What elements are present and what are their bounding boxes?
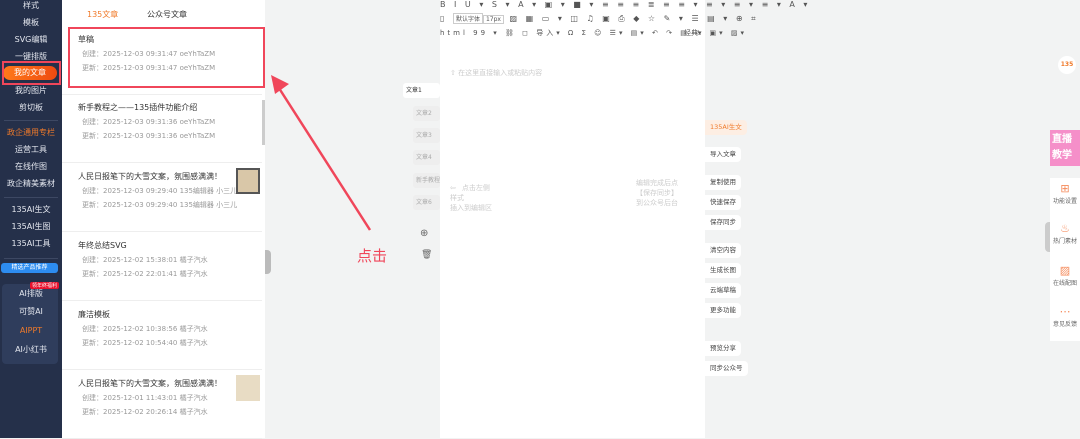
- article-updated: 更新：2025-12-02 20:26:14 橘子汽水: [82, 408, 208, 416]
- font-select[interactable]: 默认字体: [452, 13, 483, 24]
- sub-item-aippt[interactable]: AIPPT: [0, 325, 62, 337]
- article-created: 创建：2025-12-03 09:31:36 oeYhTaZM: [82, 118, 216, 126]
- quick-save-button[interactable]: 快速保存: [705, 195, 741, 210]
- online-image-item[interactable]: ▨ 在线配图: [1050, 264, 1080, 287]
- sidebar-item-materials[interactable]: 政企精美素材: [0, 178, 62, 190]
- highlight-box-sidebar: [2, 61, 61, 85]
- cloud-draft-button[interactable]: 云端草稿: [705, 283, 741, 298]
- collapse-handle[interactable]: [265, 250, 271, 274]
- sidebar-item-svg[interactable]: SVG编辑: [0, 34, 62, 46]
- hint-right-line3: 到公众号后台: [636, 199, 678, 207]
- fire-icon: ♨: [1060, 222, 1070, 235]
- article-title: 年终总结SVG: [78, 241, 127, 250]
- clear-content-button[interactable]: 清空内容: [705, 243, 741, 258]
- article-card[interactable]: 人民日报笔下的大雪文案，氛围感满满！ 创建：2025-12-03 09:29:40…: [62, 164, 262, 232]
- toolbar-icons[interactable]: ▨ ▦ ▭ ▾ ◫ ♫ ▣ ⎙ ◆ ☆ ✎ ▾ ☰ ▤ ▾ ⊕ ⌗: [510, 14, 759, 23]
- article-tab-1[interactable]: 文章1: [403, 83, 440, 98]
- annotation-arrow: [271, 75, 372, 231]
- trash-icon[interactable]: 🗑: [421, 250, 432, 260]
- sidebar-item-clipboard[interactable]: 剪切板: [0, 102, 62, 114]
- hint-left-line1: 点击左侧样式: [450, 184, 490, 202]
- article-updated: 更新：2025-12-02 10:54:40 橘子汽水: [82, 339, 208, 347]
- article-tab-5[interactable]: 新手教程: [413, 173, 440, 188]
- article-title: 廉洁模板: [78, 310, 110, 319]
- ai-write-button[interactable]: 135AI生文: [705, 120, 747, 135]
- item-label: 功能设置: [1052, 198, 1077, 205]
- item-label: 在线配图: [1052, 280, 1077, 287]
- divider: [4, 258, 58, 259]
- toolbar-row-1[interactable]: B I U ▾ S ▾ A ▾ ▣ ▾ ■ ▾ ≡ ≡ ≡ ≣ ≡ ≡ ▾ ≡ …: [440, 0, 810, 9]
- article-card[interactable]: 新手教程之——135插件功能介绍创建：2025-12-03 09:31:36 o…: [62, 95, 262, 163]
- article-tab-6[interactable]: 文章6: [413, 195, 440, 210]
- sidebar-item-draw[interactable]: 在线作图: [0, 161, 62, 173]
- sidebar-item-ai-image[interactable]: 135AI生图: [0, 221, 62, 233]
- placeholder-text: 在这里直接输入或粘贴内容: [458, 69, 543, 77]
- chat-icon: ⋯: [1059, 305, 1071, 318]
- item-label: 热门素材: [1052, 238, 1077, 245]
- size-select[interactable]: 17px: [482, 15, 504, 24]
- hint-right: 编辑完成后点 【保存同步】 到公众号后台: [636, 178, 678, 208]
- article-title: 人民日报笔下的大雪文案，氛围感满满！: [78, 172, 222, 181]
- hot-materials-item[interactable]: ♨ 热门素材: [1050, 222, 1080, 245]
- grid-icon: ⊞: [1060, 182, 1070, 195]
- editor[interactable]: B I U ▾ S ▾ A ▾ ▣ ▾ ■ ▾ ≡ ≡ ≡ ≣ ≡ ≡ ▾ ≡ …: [440, 0, 807, 438]
- article-title: 人民日报笔下的大雪文案，氛围感满满！: [78, 379, 222, 388]
- article-created: 创建：2025-12-02 15:38:01 橘子汽水: [82, 256, 208, 264]
- long-image-button[interactable]: 生成长图: [705, 263, 741, 278]
- feature-settings-item[interactable]: ⊞ 功能设置: [1050, 182, 1080, 205]
- feedback-item[interactable]: ⋯ 意见反馈: [1050, 305, 1080, 328]
- item-label: 意见反馈: [1052, 321, 1077, 328]
- article-thumbnail: [236, 168, 260, 194]
- sub-item-ai-xhs[interactable]: AI小红书: [0, 344, 62, 356]
- add-article-icon[interactable]: ⊕: [420, 228, 428, 239]
- article-card[interactable]: 人民日报笔下的大雪文案，氛围感满满！ 创建：2025-12-01 11:43:01…: [62, 371, 262, 439]
- editor-placeholder: ⇧ 在这里直接输入或粘贴内容: [450, 69, 543, 77]
- article-created: 创建：2025-12-03 09:29:40 135编辑器 小三儿: [82, 187, 238, 195]
- highlight-box-draft: [68, 27, 265, 88]
- article-created: 创建：2025-12-01 11:43:01 橘子汽水: [82, 394, 208, 402]
- save-sync-button[interactable]: 保存同步: [705, 215, 741, 230]
- logo-135[interactable]: 135: [1058, 56, 1076, 74]
- article-tab-4[interactable]: 文章4: [413, 150, 440, 165]
- article-card[interactable]: 廉洁模板创建：2025-12-02 10:38:56 橘子汽水 更新：2025-1…: [62, 302, 262, 370]
- more-features-button[interactable]: 更多功能: [705, 303, 741, 318]
- sidebar-item-gov[interactable]: 政企通用专栏: [0, 127, 62, 139]
- article-card[interactable]: 年终总结SVG 创建：2025-12-02 15:38:01 橘子汽水 更新：202…: [62, 233, 262, 301]
- divider: [4, 197, 58, 198]
- sidebar-item-ai-text[interactable]: 135AI生文: [0, 204, 62, 216]
- sidebar-item-my-images[interactable]: 我的图片: [0, 85, 62, 97]
- hint-left-line2: 插入到编辑区: [450, 204, 492, 212]
- import-article-button[interactable]: 导入文章: [705, 147, 741, 162]
- hint-right-line1: 编辑完成后点: [636, 179, 678, 187]
- article-updated: 更新：2025-12-02 22:01:41 橘子汽水: [82, 270, 208, 278]
- promo-badge[interactable]: 精选产品推荐: [1, 263, 58, 273]
- article-updated: 更新：2025-12-03 09:29:40 135编辑器 小三儿: [82, 201, 238, 209]
- sub-item-kezan-ai[interactable]: 可赞AI: [0, 306, 62, 318]
- article-title: 新手教程之——135插件功能介绍: [78, 103, 198, 112]
- copy-use-button[interactable]: 复制使用: [705, 175, 741, 190]
- preview-share-button[interactable]: 预览分享: [705, 341, 741, 356]
- hint-left: ⇦ 点击左侧样式 插入到编辑区: [450, 184, 492, 212]
- tab-135-articles[interactable]: 135文章: [87, 9, 118, 20]
- divider: [4, 120, 58, 121]
- article-created: 创建：2025-12-02 10:38:56 橘子汽水: [82, 325, 208, 333]
- live-teaching-banner[interactable]: 直播教学: [1050, 130, 1080, 166]
- classic-select[interactable]: 经典▾: [684, 28, 702, 38]
- sidebar-item-ai-tools[interactable]: 135AI工具: [0, 238, 62, 250]
- sidebar-item-template[interactable]: 模板: [0, 17, 62, 29]
- article-updated: 更新：2025-12-03 09:31:36 oeYhTaZM: [82, 132, 216, 140]
- article-thumbnail: [236, 375, 260, 401]
- sync-wechat-button[interactable]: 同步公众号: [705, 361, 748, 376]
- doc-icon: ▯: [440, 14, 448, 23]
- tab-wechat-articles[interactable]: 公众号文章: [147, 9, 187, 20]
- article-tab-2[interactable]: 文章2: [413, 106, 440, 121]
- sidebar-item-ops[interactable]: 运营工具: [0, 144, 62, 156]
- sidebar-item-style[interactable]: 样式: [0, 0, 62, 12]
- toolbar-row-2[interactable]: ▯ 默认字体 17px ▨ ▦ ▭ ▾ ◫ ♫ ▣ ⎙ ◆ ☆ ✎ ▾ ☰ ▤ ▾…: [440, 13, 759, 24]
- article-tab-3[interactable]: 文章3: [413, 128, 440, 143]
- image-icon: ▨: [1059, 264, 1071, 277]
- sub-item-ai-layout[interactable]: AI排版: [0, 288, 62, 300]
- hint-right-line2: 【保存同步】: [636, 189, 678, 197]
- annotation-click-label: 点击: [357, 247, 388, 265]
